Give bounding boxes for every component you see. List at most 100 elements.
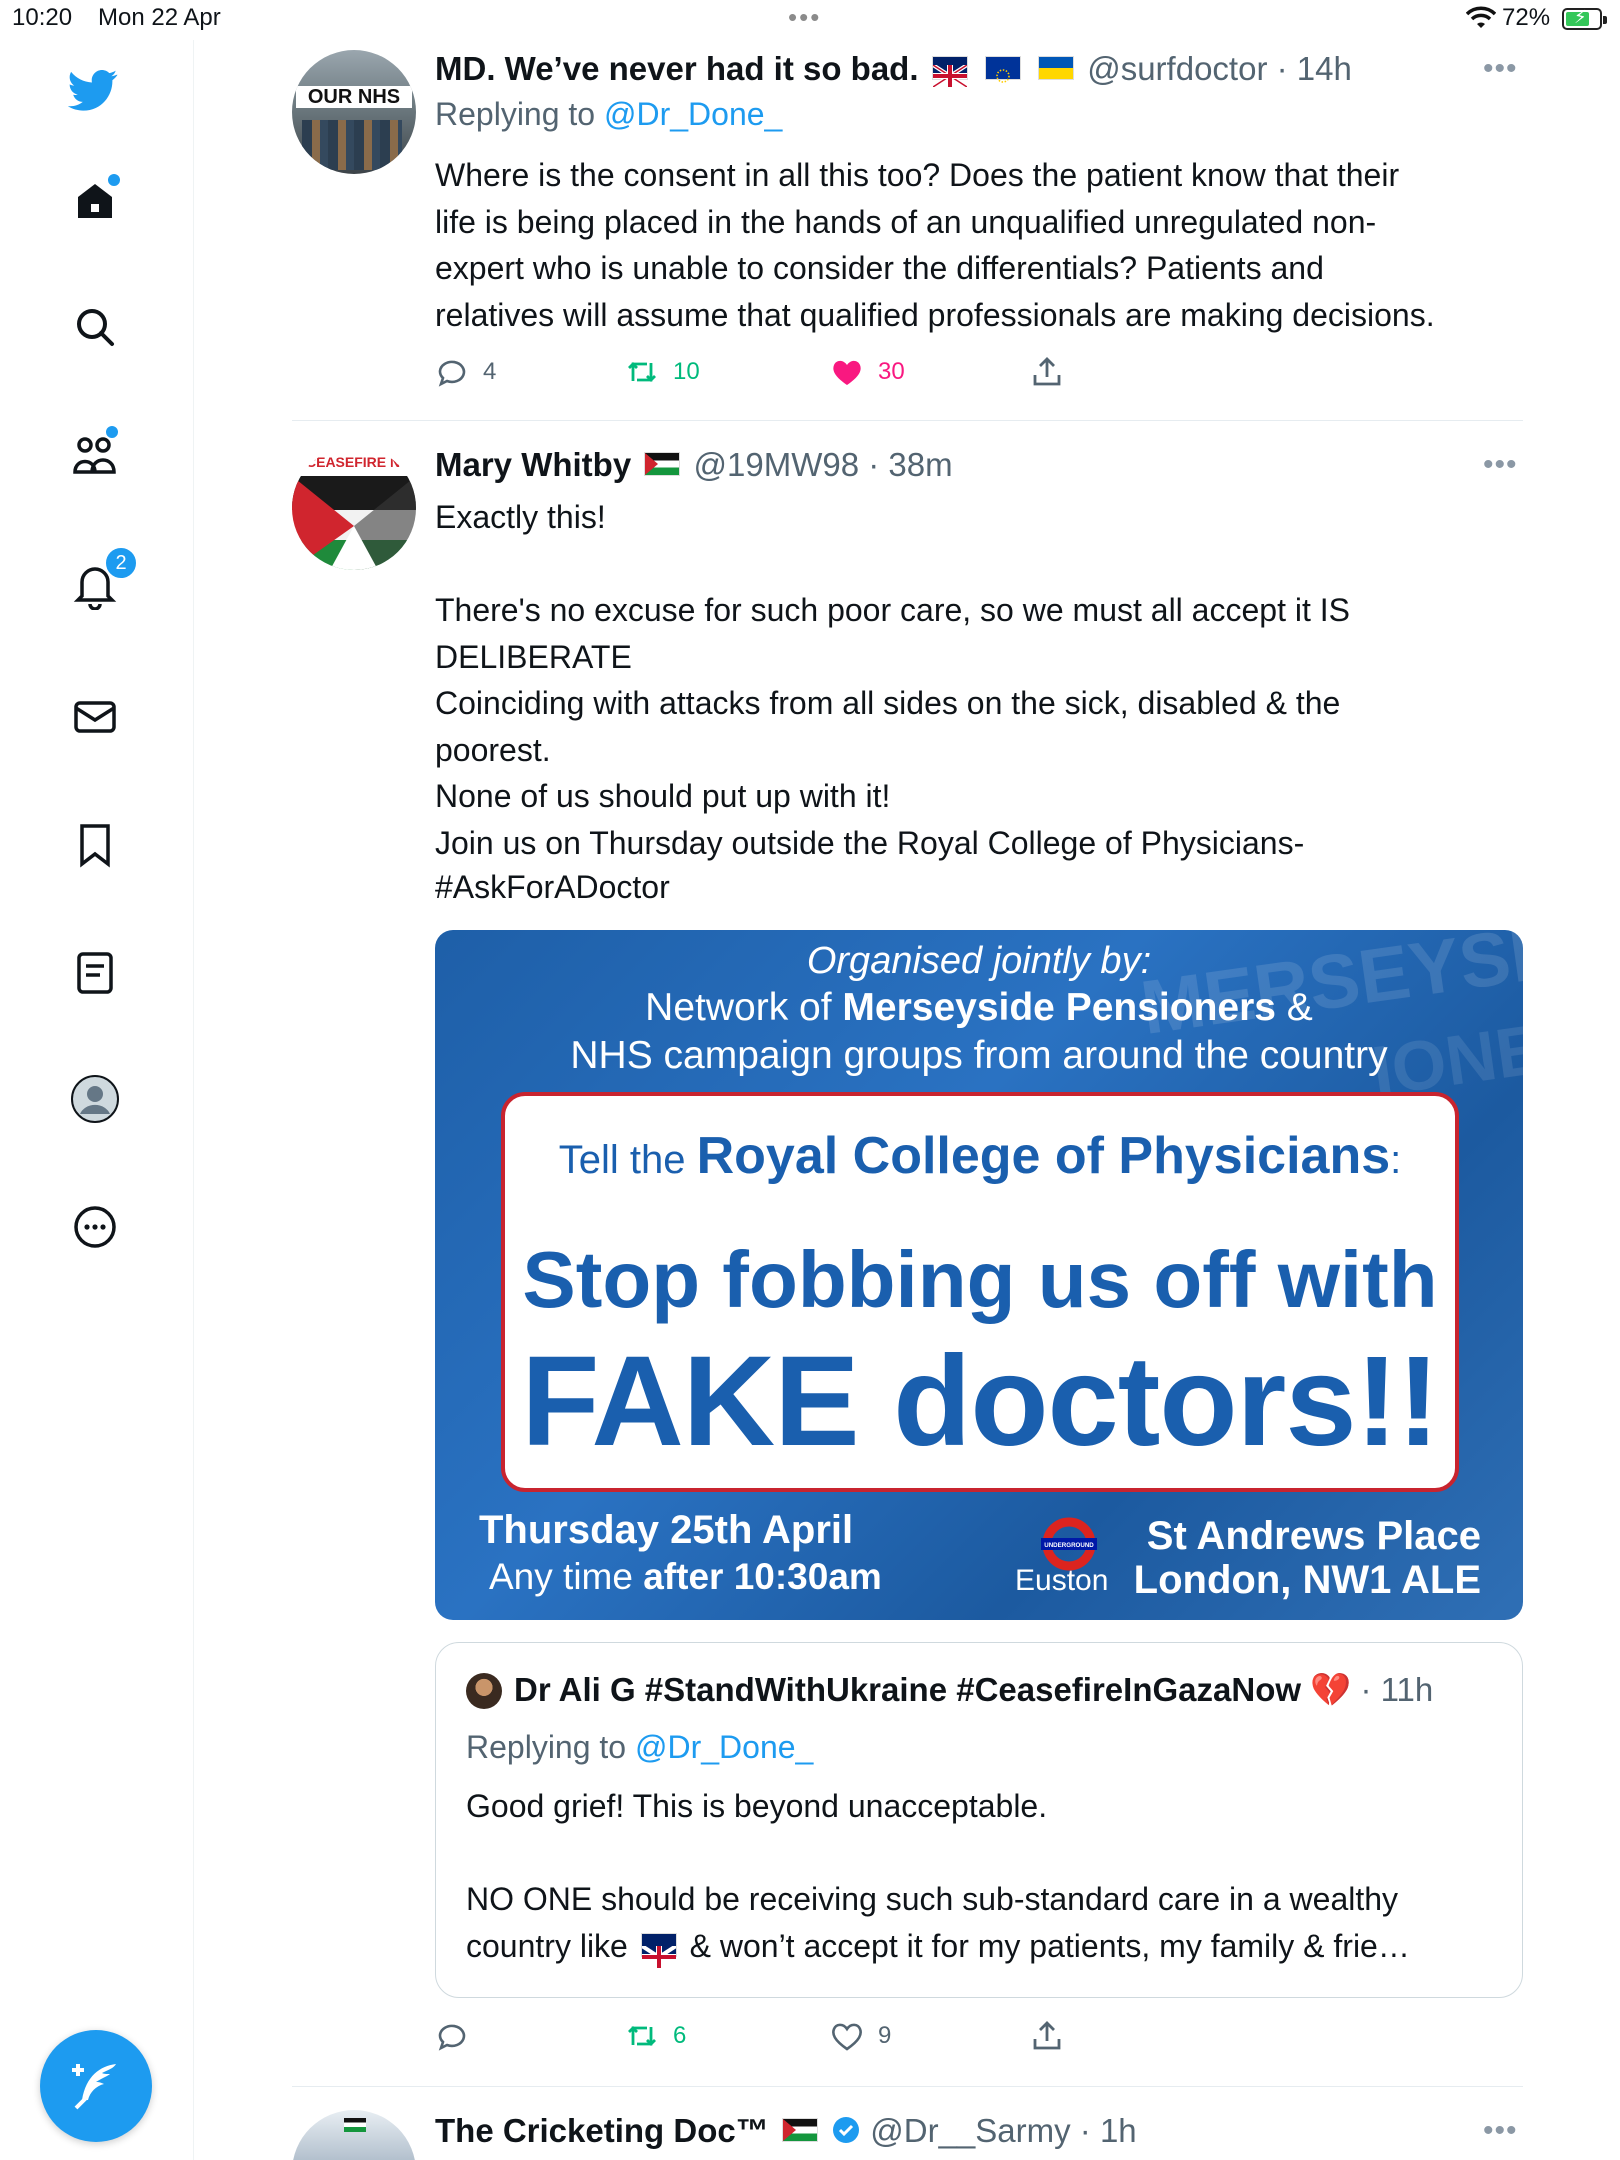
timestamp[interactable]: · 1h	[1080, 2112, 1137, 2149]
palestine-flag-icon	[644, 452, 681, 477]
multitasking-dots[interactable]: •••	[788, 2, 821, 33]
poster-time-bold: after 10:30am	[643, 1556, 882, 1597]
tweet-media-poster[interactable]: MERSEYSI IONE Organised jointly by: Netw…	[435, 930, 1523, 1620]
home-icon[interactable]	[70, 172, 122, 226]
quoted-avatar[interactable]	[466, 1673, 502, 1709]
quoted-tweet-text: Good grief! This is beyond unacceptable.…	[466, 1783, 1496, 1970]
poster-tell-bold: Royal College of Physicians	[696, 1127, 1391, 1185]
quoted-header: Dr Ali G #StandWithUkraine #CeasefireInG…	[514, 1671, 1433, 1710]
share-button[interactable]	[1030, 2016, 1078, 2056]
ukraine-flag-icon	[1038, 56, 1075, 81]
profile-avatar-icon[interactable]	[70, 1074, 120, 1124]
reply-button[interactable]	[435, 2016, 483, 2056]
palestine-flag-icon	[781, 2118, 818, 2143]
heart-outline-icon	[832, 2023, 862, 2051]
tweet-header: The Cricketing Doc™ @Dr__Sarmy · 1h	[435, 2112, 1137, 2150]
retweet-button[interactable]: 6	[625, 2016, 686, 2056]
messages-envelope-icon[interactable]	[70, 692, 120, 742]
tweet-actions: 6 9	[435, 2016, 1525, 2056]
replying-to: Replying to @Dr_Done_	[435, 96, 782, 133]
poster-station: Euston	[1015, 1564, 1109, 1597]
poster-organiser-line2: NHS campaign groups from around the coun…	[570, 1034, 1388, 1077]
communities-unread-dot	[104, 424, 120, 440]
more-options-icon[interactable]	[70, 1202, 120, 1252]
compose-tweet-button[interactable]	[40, 2030, 152, 2142]
eu-flag-icon	[984, 56, 1021, 84]
tweet-header: Mary Whitby @19MW98 · 38m	[435, 446, 953, 484]
search-icon[interactable]	[70, 302, 120, 352]
notification-badge: 2	[104, 546, 138, 580]
lists-icon[interactable]	[70, 948, 120, 998]
handle[interactable]: @surfdoctor	[1087, 50, 1267, 87]
reply-button[interactable]: 4	[435, 352, 496, 392]
poster-tell-pre: Tell the	[558, 1138, 697, 1182]
more-options-icon[interactable]: •••	[1483, 52, 1523, 86]
tweet[interactable]: The Cricketing Doc™ @Dr__Sarmy · 1h •••	[292, 2110, 1523, 2160]
like-button[interactable]: 30	[830, 352, 905, 392]
poster-fake-doctors: FAKE doctors!!	[521, 1330, 1440, 1473]
timestamp[interactable]: · 14h	[1277, 50, 1352, 87]
avatar-sign-text: OUR NHS	[296, 86, 412, 108]
tweet-divider	[292, 2086, 1523, 2087]
poster-date: Thursday 25th April	[479, 1508, 854, 1552]
retweet-count: 10	[673, 358, 700, 385]
poster-address-line2: London, NW1 ALE	[1133, 1558, 1481, 1602]
quoted-timestamp[interactable]: · 11h	[1360, 1671, 1433, 1708]
retweet-icon	[628, 2026, 656, 2046]
avatar[interactable]: CEASEFIRE NO	[292, 446, 416, 570]
communities-icon[interactable]	[70, 424, 120, 480]
feather-plus-icon	[72, 2064, 116, 2110]
poster-line1-post: &	[1275, 986, 1313, 1029]
avatar[interactable]: OUR NHS	[292, 50, 416, 174]
tweet-divider	[292, 420, 1523, 421]
twitter-logo-icon[interactable]	[67, 65, 118, 115]
like-button[interactable]: 9	[830, 2016, 891, 2056]
display-name[interactable]: The Cricketing Doc™	[435, 2112, 769, 2149]
more-options-icon[interactable]: •••	[1483, 2114, 1523, 2148]
timestamp[interactable]: · 38m	[868, 446, 952, 483]
status-bar: 10:20 Mon 22 Apr ••• 72% ⚡	[0, 0, 1620, 40]
replying-to-handle[interactable]: @Dr_Done_	[604, 96, 782, 132]
battery-percent: 72%	[1502, 4, 1551, 31]
reply-icon	[438, 2024, 466, 2051]
tweet[interactable]: OUR NHS MD. We’ve never had it so bad. @…	[292, 50, 1523, 410]
quoted-replying-to: Replying to @Dr_Done_	[466, 1729, 813, 1766]
retweet-button[interactable]: 10	[625, 352, 700, 392]
retweet-icon	[628, 362, 656, 382]
gb-flag-icon	[931, 56, 968, 89]
gb-flag-icon	[640, 1933, 677, 1970]
handle[interactable]: @19MW98	[694, 446, 860, 483]
display-name[interactable]: MD. We’ve never had it so bad.	[435, 50, 919, 87]
poster-organised-by: Organised jointly by:	[806, 940, 1152, 982]
palestine-flag-icon	[344, 2118, 366, 2132]
notifications-bell-icon[interactable]: 2	[70, 546, 138, 611]
share-button[interactable]	[1030, 352, 1078, 392]
avatar-crowd	[302, 120, 402, 170]
display-name[interactable]: Mary Whitby	[435, 446, 631, 483]
bookmarks-icon[interactable]	[70, 820, 120, 870]
battery-icon: ⚡	[1562, 7, 1607, 30]
reply-count: 4	[483, 358, 497, 385]
more-options-icon[interactable]: •••	[1483, 448, 1523, 482]
poster-time-pre: Any time	[489, 1556, 644, 1597]
handle[interactable]: @Dr__Sarmy	[870, 2112, 1070, 2149]
quoted-replying-handle[interactable]: @Dr_Done_	[635, 1729, 813, 1765]
quoted-tweet-card[interactable]: Dr Ali G #StandWithUkraine #CeasefireInG…	[435, 1642, 1523, 1998]
hashtag-link[interactable]: #AskForADoctor	[435, 864, 1525, 911]
share-icon	[1033, 357, 1061, 386]
clock: 10:20	[12, 4, 73, 31]
date: Mon 22 Apr	[98, 4, 221, 31]
poster-stop-line: Stop fobbing us off with	[522, 1235, 1438, 1324]
poster-tell-line: Tell the Royal College of Physicians:	[505, 1126, 1455, 1186]
heart-filled-icon	[833, 360, 861, 385]
quoted-replying-label: Replying to	[466, 1729, 627, 1765]
poster-line1-bold: Merseyside Pensioners	[842, 986, 1276, 1029]
wifi-icon	[1466, 6, 1496, 28]
avatar[interactable]	[292, 2110, 416, 2160]
poster-line1-pre: Network of	[645, 986, 843, 1029]
home-unread-dot	[106, 172, 122, 188]
poster-time: Any time after 10:30am	[489, 1556, 882, 1598]
quoted-display-name[interactable]: Dr Ali G #StandWithUkraine #CeasefireInG…	[514, 1671, 1301, 1708]
poster-address-line1: St Andrews Place	[1146, 1514, 1481, 1558]
poster-headline-box: Tell the Royal College of Physicians: St…	[501, 1092, 1459, 1492]
